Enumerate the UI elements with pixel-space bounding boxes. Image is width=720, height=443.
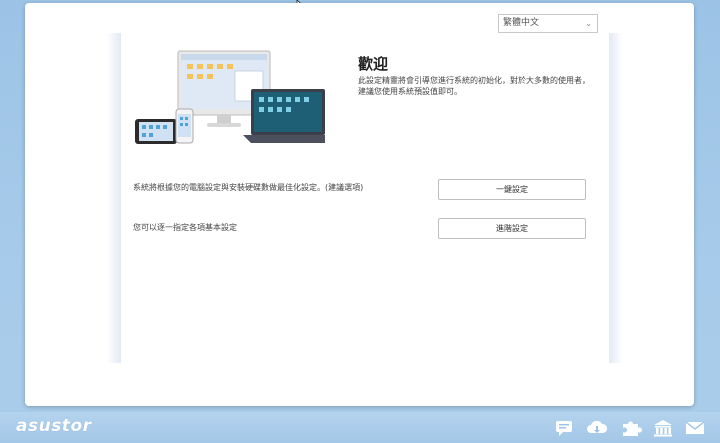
chat-icon[interactable]	[554, 419, 576, 437]
setup-wizard-panel: 繁體中文 ⌄ 歡迎 此設定精靈將會引導您進行系統的初始化，對於大多數的使用者，建…	[25, 3, 694, 406]
cloud-download-icon[interactable]	[586, 419, 608, 437]
language-select-value: 繁體中文	[503, 18, 540, 28]
welcome-description: 此設定精靈將會引導您進行系統的初始化，對於大多數的使用者，建議您使用系統預設值即…	[358, 76, 590, 96]
language-select[interactable]: 繁體中文 ⌄	[498, 14, 598, 33]
asustor-logo: asustor	[16, 416, 92, 436]
taskbar: asustor	[0, 412, 720, 443]
bank-icon[interactable]	[652, 419, 674, 437]
advanced-setup-description: 您可以逐一指定各項基本設定	[133, 223, 237, 232]
puzzle-icon[interactable]	[620, 419, 642, 437]
quick-setup-button[interactable]: 一鍵設定	[438, 179, 586, 200]
advanced-setup-button[interactable]: 進階設定	[438, 218, 586, 239]
content-shadow-left	[107, 33, 121, 363]
chevron-down-icon: ⌄	[585, 19, 592, 28]
mail-icon[interactable]	[684, 419, 706, 437]
welcome-title: 歡迎	[358, 55, 389, 73]
quick-setup-description: 系統將根據您的電腦設定與安裝硬碟數做最佳化設定。(建議選項)	[133, 183, 364, 192]
devices-illustration	[135, 50, 325, 144]
content-shadow-right	[609, 33, 623, 363]
